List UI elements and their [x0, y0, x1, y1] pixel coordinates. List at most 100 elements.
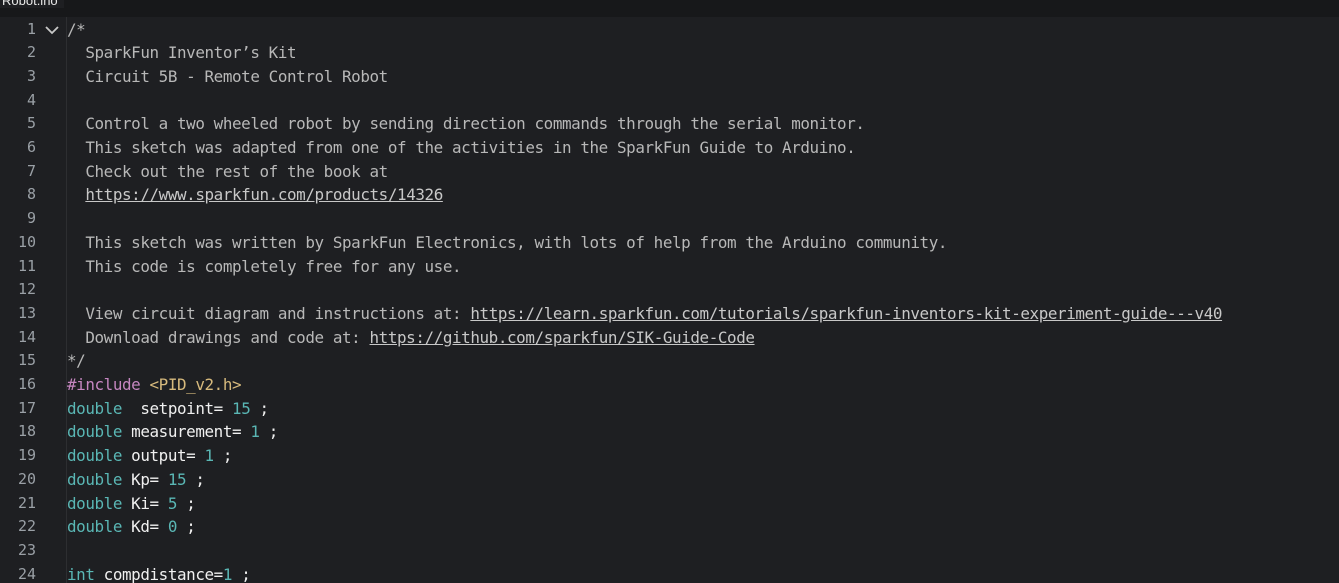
code-line[interactable]: 4: [0, 89, 1339, 113]
line-number: 24: [17, 564, 36, 583]
code-line[interactable]: 12: [0, 278, 1339, 302]
line-number: 3: [26, 66, 36, 85]
code-token: Kp=: [122, 469, 168, 489]
code-text: double Kp= 15 ;: [67, 468, 205, 492]
code-line[interactable]: 17 double setpoint= 15 ;: [0, 397, 1339, 421]
line-number: 1: [26, 19, 36, 38]
code-token: 1: [222, 564, 233, 583]
code-line[interactable]: 15 */: [0, 349, 1339, 373]
line-number: 7: [26, 161, 36, 180]
code-token: Kd=: [122, 517, 168, 537]
code-line[interactable]: 24 int compdistance=1 ;: [0, 563, 1339, 583]
code-token: double: [67, 517, 123, 537]
code-line[interactable]: 3 Circuit 5B - Remote Control Robot: [0, 65, 1339, 89]
code-token: setpoint=: [122, 398, 233, 418]
code-token: Ki=: [122, 493, 168, 513]
code-text: Check out the rest of the book at: [67, 160, 388, 184]
line-number: 15: [17, 351, 36, 370]
code-line[interactable]: 18 double measurement= 1 ;: [0, 420, 1339, 444]
code-token: ;: [232, 564, 251, 583]
code-text: Circuit 5B - Remote Control Robot: [67, 65, 388, 89]
line-number: 12: [17, 280, 36, 299]
code-token: double: [67, 446, 123, 466]
code-token: 15: [167, 469, 187, 489]
line-number: 14: [17, 327, 36, 346]
code-line[interactable]: 8 https://www.sparkfun.com/products/1432…: [0, 183, 1339, 207]
line-number: 18: [17, 422, 36, 441]
code-line[interactable]: 14 Download drawings and code at: https:…: [0, 326, 1339, 350]
code-text: double Ki= 5 ;: [67, 492, 196, 516]
line-number: 22: [17, 517, 36, 536]
code-token: SparkFun Inventor’s Kit: [67, 43, 297, 63]
chevron-down-icon[interactable]: [44, 22, 60, 38]
code-token: This sketch was adapted from one of the …: [67, 138, 856, 157]
code-token: 15: [232, 398, 251, 418]
code-text: Download drawings and code at: https://g…: [67, 326, 755, 350]
code-token: ;: [250, 398, 270, 418]
code-link[interactable]: https://www.sparkfun.com/products/14326: [85, 185, 443, 204]
code-text: double setpoint= 15 ;: [67, 397, 269, 421]
code-editor[interactable]: 1/* 2 SparkFun Inventor’s Kit 3 Circuit 5B…: [0, 17, 1339, 583]
file-tab[interactable]: Robot.ino: [0, 0, 64, 8]
code-token: ;: [177, 517, 196, 537]
code-token: View circuit diagram and instructions at…: [67, 303, 471, 323]
code-token: 5: [167, 493, 178, 513]
code-line[interactable]: 22 double Kd= 0 ;: [0, 515, 1339, 539]
code-token: 0: [167, 517, 178, 537]
code-line[interactable]: 10 This sketch was written by SparkFun E…: [0, 231, 1339, 255]
code-token: 1: [250, 422, 260, 442]
code-link[interactable]: https://github.com/sparkfun/SIK-Guide-Co…: [370, 328, 755, 347]
line-number: 17: [17, 398, 36, 417]
code-text: #include <PID_v2.h>: [67, 373, 242, 397]
code-link[interactable]: https://learn.sparkfun.com/tutorials/spa…: [470, 304, 1222, 323]
code-line[interactable]: 19 double output= 1 ;: [0, 444, 1339, 468]
code-token: ;: [213, 446, 233, 466]
code-line[interactable]: 9: [0, 207, 1339, 231]
line-number: 10: [17, 232, 36, 251]
code-line[interactable]: 23: [0, 539, 1339, 563]
code-text: Control a two wheeled robot by sending d…: [67, 112, 865, 136]
line-number: 4: [26, 90, 36, 109]
code-text: This sketch was adapted from one of the …: [67, 136, 855, 160]
code-text: This code is completely free for any use…: [67, 255, 461, 279]
code-token: Download drawings and code at:: [67, 327, 370, 347]
line-number: 13: [17, 303, 36, 322]
code-line[interactable]: 20 double Kp= 15 ;: [0, 468, 1339, 492]
line-number: 19: [17, 446, 36, 465]
line-number: 16: [17, 375, 36, 393]
line-number: 21: [17, 493, 36, 512]
code-line[interactable]: 2 SparkFun Inventor’s Kit: [0, 41, 1339, 65]
line-number: 9: [26, 209, 36, 228]
line-number: 23: [17, 540, 36, 559]
code-line[interactable]: 21 double Ki= 5 ;: [0, 492, 1339, 516]
code-line[interactable]: 11 This code is completely free for any …: [0, 255, 1339, 279]
code-text: int compdistance=1 ;: [67, 563, 251, 583]
code-token: ;: [259, 422, 279, 442]
code-token: This code is completely free for any use…: [67, 256, 462, 276]
code-text: /*: [67, 18, 86, 42]
code-token: double: [67, 422, 123, 442]
code-token: Check out the rest of the book at: [67, 161, 388, 181]
code-line[interactable]: 6 This sketch was adapted from one of th…: [0, 136, 1339, 160]
code-text: double measurement= 1 ;: [67, 420, 278, 444]
code-token: int: [67, 564, 95, 583]
code-line[interactable]: 13 View circuit diagram and instructions…: [0, 302, 1339, 326]
line-number: 6: [26, 138, 36, 156]
code-token: ;: [186, 469, 205, 489]
code-token: double: [67, 493, 123, 513]
code-line[interactable]: 5 Control a two wheeled robot by sending…: [0, 112, 1339, 136]
line-number: 8: [26, 185, 36, 204]
line-number: 2: [26, 43, 36, 62]
code-text: double Kd= 0 ;: [67, 515, 196, 539]
code-line[interactable]: 7 Check out the rest of the book at: [0, 160, 1339, 184]
line-number: 5: [26, 114, 36, 133]
code-line[interactable]: 16 #include <PID_v2.h>: [0, 373, 1339, 397]
code-token: <PID_v2.h>: [149, 375, 242, 394]
code-token: measurement=: [122, 422, 251, 442]
line-number: 20: [17, 469, 36, 488]
code-token: double: [67, 469, 123, 489]
code-text: SparkFun Inventor’s Kit: [67, 41, 296, 65]
code-token: /*: [67, 19, 86, 39]
code-line[interactable]: 1 /*: [0, 18, 1339, 42]
